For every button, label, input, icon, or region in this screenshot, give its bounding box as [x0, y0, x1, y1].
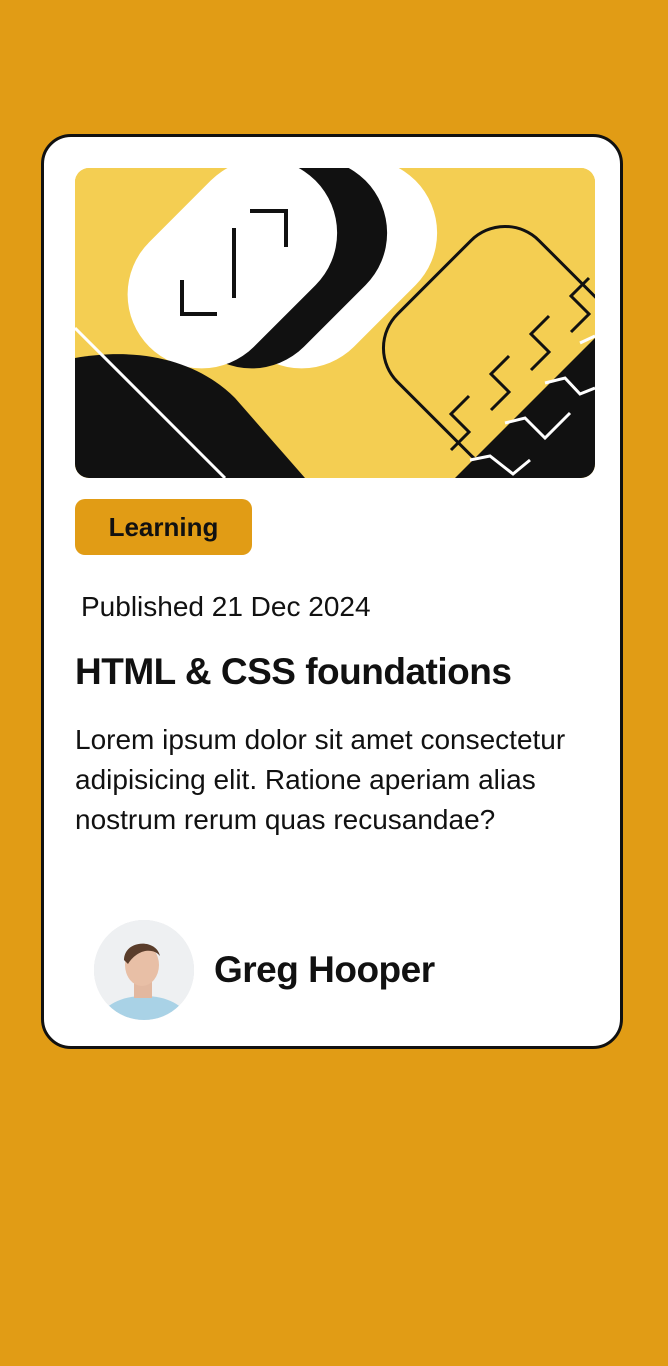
card-title[interactable]: HTML & CSS foundations — [75, 651, 512, 693]
card-description: Lorem ipsum dolor sit amet consectetur a… — [75, 724, 566, 835]
publish-date: Published 21 Dec 2024 — [81, 591, 371, 622]
author-name[interactable]: Greg Hooper — [214, 949, 435, 991]
blog-preview-card: Learning Published 21 Dec 2024 HTML & CS… — [41, 134, 623, 1049]
hero-illustration — [75, 168, 595, 478]
avatar — [94, 920, 194, 1020]
category-badge[interactable]: Learning — [75, 499, 252, 555]
author: Greg Hooper — [94, 920, 435, 1020]
